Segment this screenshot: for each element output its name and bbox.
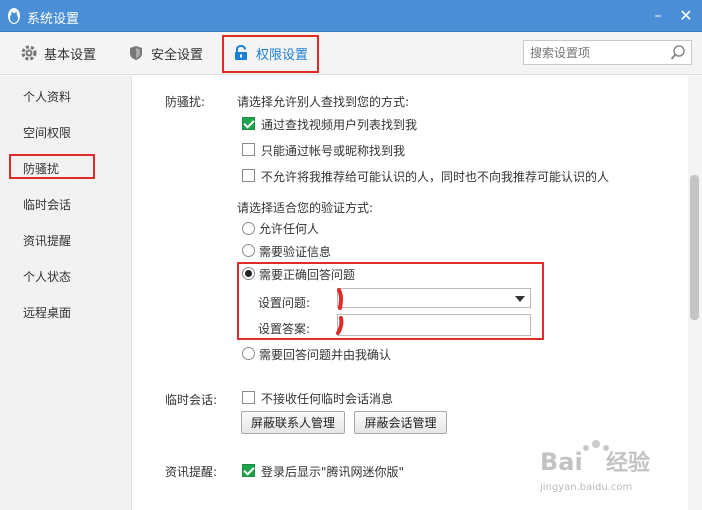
sidebar-highlight-annotation	[9, 154, 95, 179]
verify-option-label: 需要回答问题并由我确认	[259, 348, 392, 362]
verify-highlight-annotation	[237, 262, 544, 340]
verify-allow-anyone-radio[interactable]	[242, 222, 255, 235]
watermark-logo: Bai 经验 jingyan.baidu.com	[539, 440, 650, 493]
verify-method-prompt: 请选择适合您的验证方式:	[237, 201, 374, 215]
svg-text:Bai: Bai	[540, 448, 583, 476]
sidebar: 个人资料 空间权限 防骚扰 临时会话 资讯提醒 个人状态 远程桌面	[0, 76, 132, 510]
tab-security-settings[interactable]: 安全设置	[127, 32, 203, 74]
search-box[interactable]	[523, 40, 692, 65]
blocked-sessions-button[interactable]: 屏蔽会话管理	[354, 411, 447, 434]
sidebar-item-space-permission[interactable]: 空间权限	[23, 124, 71, 141]
tab-label: 基本设置	[44, 47, 97, 63]
find-method-prompt: 请选择允许别人查找到您的方式:	[237, 95, 410, 109]
shield-icon	[130, 46, 142, 60]
anti-harassment-section-label: 防骚扰:	[165, 95, 206, 109]
sidebar-item-remote-desktop[interactable]: 远程桌面	[23, 304, 71, 321]
svg-text:jingyan.baidu.com: jingyan.baidu.com	[539, 482, 632, 493]
news-reminder-section-label: 资讯提醒:	[165, 465, 218, 479]
verify-answer-confirm-radio[interactable]	[242, 347, 255, 360]
sidebar-item-profile[interactable]: 个人资料	[23, 88, 71, 105]
sidebar-item-temp-session[interactable]: 临时会话	[23, 196, 71, 213]
window-title: 系统设置	[27, 12, 80, 27]
title-bar: 系统设置 – ✕	[0, 0, 702, 32]
blocked-contacts-button[interactable]: 屏蔽联系人管理	[241, 411, 345, 434]
scrollbar-thumb[interactable]	[690, 175, 699, 320]
gear-icon	[21, 45, 37, 61]
show-mini-news-checkbox[interactable]	[242, 464, 255, 477]
verify-option-label: 需要验证信息	[259, 245, 332, 259]
search-input[interactable]	[530, 44, 665, 61]
tab-basic-settings[interactable]: 基本设置	[20, 32, 96, 74]
tab-label: 安全设置	[151, 47, 204, 63]
show-mini-news-label: 登录后显示"腾讯网迷你版"	[261, 465, 405, 479]
penguin-icon	[8, 8, 20, 24]
svg-text:经验: 经验	[606, 450, 650, 476]
reject-temp-session-label: 不接收任何临时会话消息	[261, 392, 394, 406]
search-icon[interactable]	[669, 44, 687, 62]
find-option-account-only-checkbox[interactable]	[242, 143, 255, 156]
find-option-label: 通过查找视频用户列表找到我	[261, 118, 418, 132]
verify-need-info-radio[interactable]	[242, 244, 255, 257]
find-option-no-recommend-checkbox[interactable]	[242, 169, 255, 182]
temp-session-section-label: 临时会话:	[165, 393, 218, 407]
reject-temp-session-checkbox[interactable]	[242, 391, 255, 404]
find-option-label: 只能通过帐号或昵称找到我	[261, 144, 406, 158]
minimize-button[interactable]: –	[648, 6, 668, 26]
sidebar-item-news-reminder[interactable]: 资讯提醒	[23, 232, 71, 249]
sidebar-item-personal-status[interactable]: 个人状态	[23, 268, 71, 285]
close-button[interactable]: ✕	[676, 6, 696, 26]
find-option-label: 不允许将我推荐给可能认识的人，同时也不向我推荐可能认识的人	[261, 170, 610, 184]
tab-highlight-annotation	[222, 35, 319, 73]
find-option-video-list-checkbox[interactable]	[242, 117, 255, 130]
verify-option-label: 允许任何人	[259, 222, 320, 236]
